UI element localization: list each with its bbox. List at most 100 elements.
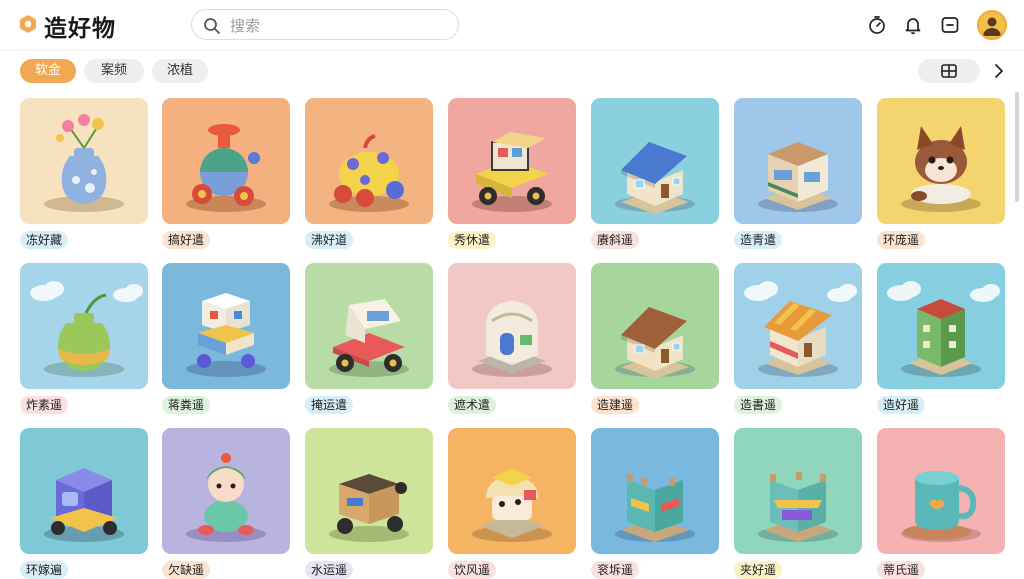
toy-van-illustration [329, 299, 409, 377]
item-thumbnail[interactable] [162, 428, 290, 554]
chip-1[interactable]: 案频 [84, 59, 144, 83]
item-label: 掩运遣 [305, 396, 354, 414]
item-thumbnail[interactable] [877, 98, 1005, 224]
item-label: 造建遥 [591, 396, 640, 414]
item-thumbnail[interactable] [877, 428, 1005, 554]
item-thumbnail[interactable] [162, 263, 290, 389]
timer-icon[interactable] [867, 15, 887, 35]
grid-card[interactable]: 欠缺遥 [162, 428, 290, 579]
item-thumbnail[interactable] [448, 428, 576, 554]
grid-card[interactable]: 冻好藏 [20, 98, 148, 249]
item-label: 沸好道 [305, 231, 354, 249]
item-label: 赓斜遥 [591, 231, 640, 249]
vase-flowers-illustration [44, 114, 124, 212]
grid-card[interactable]: 造好遥 [877, 263, 1005, 414]
item-thumbnail[interactable] [305, 98, 433, 224]
scrollbar[interactable] [1015, 92, 1019, 202]
item-thumbnail[interactable] [305, 263, 433, 389]
item-thumbnail[interactable] [448, 263, 576, 389]
toy-car-yellow-illustration [329, 134, 409, 212]
grid-card[interactable]: 掩运遣 [305, 263, 433, 414]
grid-card[interactable]: 蒋粪遥 [162, 263, 290, 414]
item-label: 遮术遣 [448, 396, 497, 414]
grid-card[interactable]: 造青遣 [734, 98, 862, 249]
doll-illustration [186, 453, 266, 542]
cottage-illustration [615, 307, 695, 379]
castle-stall-illustration [758, 472, 838, 542]
item-thumbnail[interactable] [20, 263, 148, 389]
item-thumbnail[interactable] [591, 263, 719, 389]
toy-tower-illustration [186, 293, 266, 377]
top-bar: 造好物 [0, 0, 1024, 51]
item-label: 蒋粪遥 [162, 396, 211, 414]
logo-icon[interactable] [18, 14, 38, 34]
item-thumbnail[interactable] [591, 428, 719, 554]
item-thumbnail[interactable] [448, 98, 576, 224]
grid-card[interactable]: 遮术遣 [448, 263, 576, 414]
grid-card[interactable]: 衮坼遥 [591, 428, 719, 579]
grid-card[interactable]: 搞好遣 [162, 98, 290, 249]
item-label: 衮坼遥 [591, 561, 640, 579]
shop-building-illustration [758, 142, 838, 212]
item-label: 环嫁遍 [20, 561, 69, 579]
grid-card[interactable]: 秀休遣 [448, 98, 576, 249]
market-stall-illustration [744, 281, 857, 377]
app-title[interactable]: 造好物 [44, 9, 116, 43]
chevron-right-icon[interactable] [990, 62, 1008, 80]
bell-icon[interactable] [903, 15, 923, 35]
item-label: 冻好藏 [20, 231, 69, 249]
item-thumbnail[interactable] [734, 263, 862, 389]
item-label: 造書遥 [734, 396, 783, 414]
grid-view-icon [941, 64, 957, 78]
house-blue-roof-illustration [615, 142, 695, 214]
user-icon [983, 17, 1001, 36]
toy-robot-illustration [186, 124, 266, 212]
user-avatar[interactable] [977, 10, 1007, 40]
item-label: 炸素遥 [20, 396, 69, 414]
teal-mug-illustration [901, 471, 981, 542]
dome-house-illustration [472, 301, 552, 377]
item-label: 秀休遣 [448, 231, 497, 249]
grid-card[interactable]: 水运遥 [305, 428, 433, 579]
item-thumbnail[interactable] [591, 98, 719, 224]
grid-card[interactable]: 赓斜遥 [591, 98, 719, 249]
item-thumbnail[interactable] [162, 98, 290, 224]
item-label: 蒂氏遥 [877, 561, 926, 579]
item-label: 造青遣 [734, 231, 783, 249]
item-label: 夹好遥 [734, 561, 783, 579]
item-thumbnail[interactable] [734, 98, 862, 224]
grid-card[interactable]: 沸好道 [305, 98, 433, 249]
search-box[interactable] [191, 9, 459, 40]
item-thumbnail[interactable] [877, 263, 1005, 389]
puppy-illustration [901, 126, 981, 212]
purple-cube-car-illustration [44, 468, 124, 542]
search-icon [204, 18, 220, 34]
mushroom-house-illustration [472, 468, 552, 542]
grid-card[interactable]: 造建遥 [591, 263, 719, 414]
grid-card[interactable]: 造書遥 [734, 263, 862, 414]
item-label: 水运遥 [305, 561, 354, 579]
item-label: 饮风遥 [448, 561, 497, 579]
chip-0[interactable]: 软金 [20, 59, 76, 83]
grid-card[interactable]: 环庞遥 [877, 98, 1005, 249]
green-tower-illustration [887, 281, 1000, 377]
toy-truck-illustration [472, 132, 552, 212]
grid-card[interactable]: 夹好遥 [734, 428, 862, 579]
item-label: 搞好遣 [162, 231, 211, 249]
grid-card[interactable]: 蒂氏遥 [877, 428, 1005, 579]
grid-card[interactable]: 炸素遥 [20, 263, 148, 414]
search-input[interactable] [228, 14, 447, 38]
grid-card[interactable]: 饮风遥 [448, 428, 576, 579]
chip-2[interactable]: 浓植 [152, 59, 208, 83]
message-icon[interactable] [940, 15, 960, 35]
item-thumbnail[interactable] [20, 98, 148, 224]
view-toggle-button[interactable] [918, 59, 980, 83]
green-vase-illustration [30, 281, 143, 377]
item-label: 环庞遥 [877, 231, 926, 249]
item-thumbnail[interactable] [734, 428, 862, 554]
castle-shop-illustration [615, 474, 695, 542]
item-thumbnail[interactable] [20, 428, 148, 554]
grid-card[interactable]: 环嫁遍 [20, 428, 148, 579]
wooden-cart-illustration [329, 474, 409, 542]
item-thumbnail[interactable] [305, 428, 433, 554]
